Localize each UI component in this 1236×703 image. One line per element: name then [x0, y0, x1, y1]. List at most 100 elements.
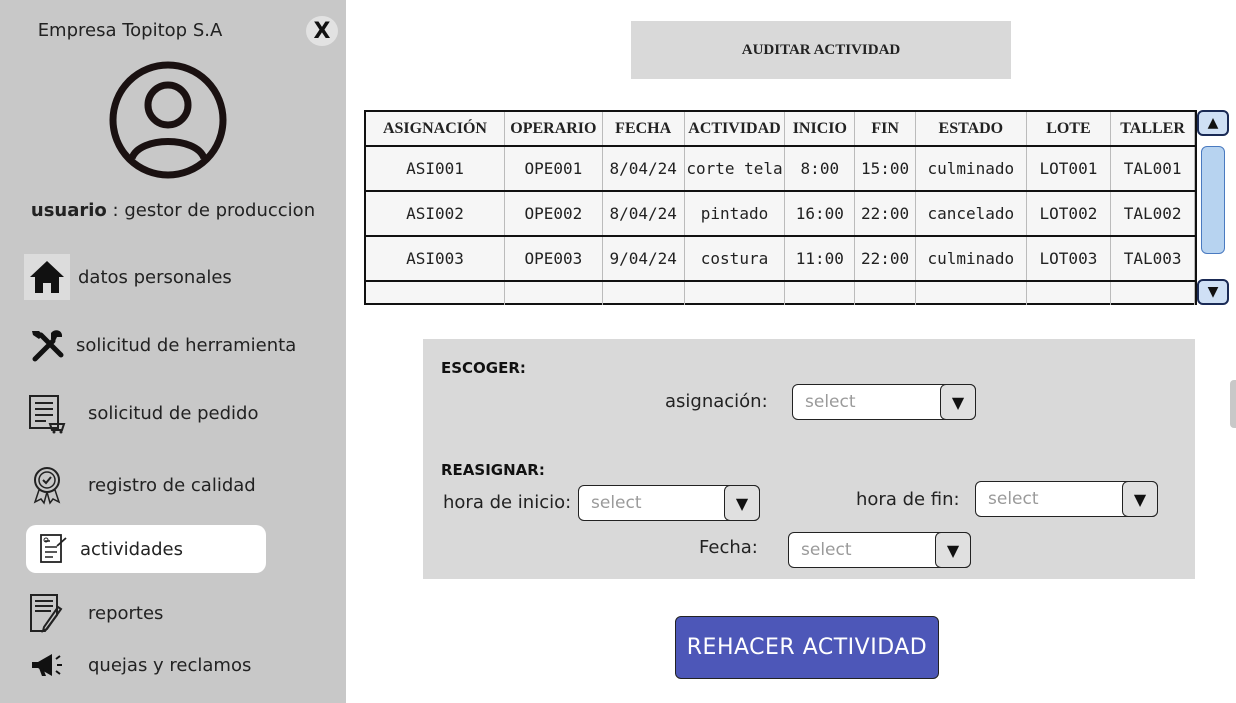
home-icon	[24, 254, 70, 300]
company-name: Empresa Topitop S.A	[37, 20, 223, 41]
table-cell: 8/04/24	[602, 191, 685, 237]
end-time-label: hora de fin:	[856, 489, 960, 510]
table-cell: culminado	[915, 146, 1027, 192]
reassign-title: REASIGNAR:	[441, 461, 545, 479]
table-cell: 16:00	[784, 191, 856, 237]
table-cell	[1110, 281, 1195, 305]
side-handle[interactable]	[1230, 380, 1236, 428]
sidebar-item-label: reportes	[88, 602, 164, 624]
column-header: LOTE	[1026, 112, 1112, 147]
date-label: Fecha:	[699, 537, 758, 558]
sidebar-item-quejas-reclamos[interactable]: quejas y reclamos	[24, 642, 251, 688]
table-cell: 9/04/24	[602, 236, 685, 282]
start-time-select[interactable]: select ▼	[578, 485, 760, 521]
sidebar-item-label: solicitud de pedido	[88, 402, 259, 424]
redo-activity-button[interactable]: REHACER ACTIVIDAD	[675, 616, 939, 679]
sidebar-item-reportes[interactable]: reportes	[24, 590, 163, 636]
sidebar-item-solicitud-pedido[interactable]: solicitud de pedido	[24, 390, 259, 436]
column-header: ASIGNACIÓN	[366, 112, 505, 147]
table-cell: 15:00	[854, 146, 917, 192]
assignment-select[interactable]: select ▼	[792, 384, 976, 420]
tools-icon	[24, 322, 70, 368]
sidebar-item-label: quejas y reclamos	[88, 654, 252, 676]
select-value: select	[591, 493, 642, 513]
table-cell: corte tela	[684, 146, 786, 192]
scroll-up-button[interactable]: ▲	[1197, 110, 1229, 136]
select-value: select	[988, 489, 1039, 509]
sidebar-item-solicitud-herramienta[interactable]: solicitud de herramienta	[24, 322, 296, 368]
quality-badge-icon	[24, 462, 70, 508]
table-cell	[1026, 281, 1112, 305]
table-cell	[504, 281, 603, 305]
table-row[interactable]: ASI003 OPE003 9/04/24 costura 11:00 22:0…	[366, 236, 1195, 282]
megaphone-icon	[24, 642, 70, 688]
sidebar-item-label: registro de calidad	[88, 474, 256, 496]
user-label: usuario	[30, 200, 107, 221]
cart-list-icon	[24, 390, 70, 436]
table-cell	[854, 281, 917, 305]
scrollbar-thumb[interactable]	[1201, 146, 1225, 254]
table-cell: LOT001	[1026, 146, 1112, 192]
table-header-row: ASIGNACIÓN OPERARIO FECHA ACTIVIDAD INIC…	[366, 112, 1195, 147]
assignment-label: asignación:	[665, 391, 768, 412]
sidebar-item-datos-personales[interactable]: datos personales	[24, 254, 232, 300]
table-cell: ASI002	[366, 191, 505, 237]
scroll-down-button[interactable]: ▼	[1197, 279, 1229, 305]
user-info: usuario : gestor de produccion	[0, 200, 346, 221]
table-row[interactable]: ASI002 OPE002 8/04/24 pintado 16:00 22:0…	[366, 191, 1195, 237]
table-cell: OPE003	[504, 236, 603, 282]
date-select[interactable]: select ▼	[788, 532, 971, 568]
user-role: : gestor de produccion	[112, 200, 316, 221]
report-edit-icon	[24, 590, 70, 636]
choose-title: ESCOGER:	[441, 359, 526, 377]
column-header: TALLER	[1110, 112, 1195, 147]
table-cell	[366, 281, 505, 305]
table-cell: cancelado	[915, 191, 1027, 237]
table-cell: 8:00	[784, 146, 856, 192]
sidebar-item-registro-calidad[interactable]: registro de calidad	[24, 462, 256, 508]
chevron-down-icon[interactable]: ▼	[935, 532, 971, 568]
column-header: OPERARIO	[504, 112, 603, 147]
sidebar-item-label: actividades	[80, 538, 183, 560]
page-title: AUDITAR ACTIVIDAD	[631, 21, 1011, 79]
table-cell: TAL001	[1110, 146, 1195, 192]
sidebar-item-actividades[interactable]: actividades	[26, 525, 266, 573]
table-cell: 8/04/24	[602, 146, 685, 192]
table-cell: 11:00	[784, 236, 856, 282]
table-cell: culminado	[915, 236, 1027, 282]
sidebar-item-label: datos personales	[78, 266, 232, 288]
chevron-down-icon[interactable]: ▼	[940, 384, 976, 420]
start-time-label: hora de inicio:	[443, 492, 572, 513]
close-button[interactable]: X	[306, 16, 338, 46]
select-value: select	[801, 540, 852, 560]
table-cell: ASI001	[366, 146, 505, 192]
chevron-down-icon[interactable]: ▼	[1122, 481, 1158, 517]
select-value: select	[805, 392, 856, 412]
table-cell: ASI003	[366, 236, 505, 282]
user-avatar-icon	[109, 61, 227, 179]
column-header: INICIO	[784, 112, 856, 147]
chevron-down-icon[interactable]: ▼	[724, 485, 760, 521]
column-header: FECHA	[602, 112, 685, 147]
activities-table: ASIGNACIÓN OPERARIO FECHA ACTIVIDAD INIC…	[364, 110, 1197, 305]
triangle-down-icon: ▼	[1207, 284, 1219, 300]
table-row-empty	[366, 281, 1195, 305]
column-header: ESTADO	[915, 112, 1027, 147]
table-cell	[684, 281, 786, 305]
triangle-up-icon: ▲	[1207, 115, 1219, 131]
table-cell: costura	[684, 236, 786, 282]
table-cell: 22:00	[854, 236, 917, 282]
end-time-select[interactable]: select ▼	[975, 481, 1158, 517]
column-header: ACTIVIDAD	[684, 112, 786, 147]
table-cell: TAL003	[1110, 236, 1195, 282]
sidebar-item-label: solicitud de herramienta	[76, 334, 297, 356]
activity-doc-icon	[38, 532, 68, 566]
table-cell: LOT003	[1026, 236, 1112, 282]
table-row[interactable]: ASI001 OPE001 8/04/24 corte tela 8:00 15…	[366, 146, 1195, 192]
table-cell: OPE001	[504, 146, 603, 192]
table-cell	[784, 281, 856, 305]
table-cell	[915, 281, 1027, 305]
table-cell: 22:00	[854, 191, 917, 237]
table-cell: OPE002	[504, 191, 603, 237]
reassign-panel: ESCOGER: asignación: select ▼ REASIGNAR:…	[423, 339, 1195, 579]
